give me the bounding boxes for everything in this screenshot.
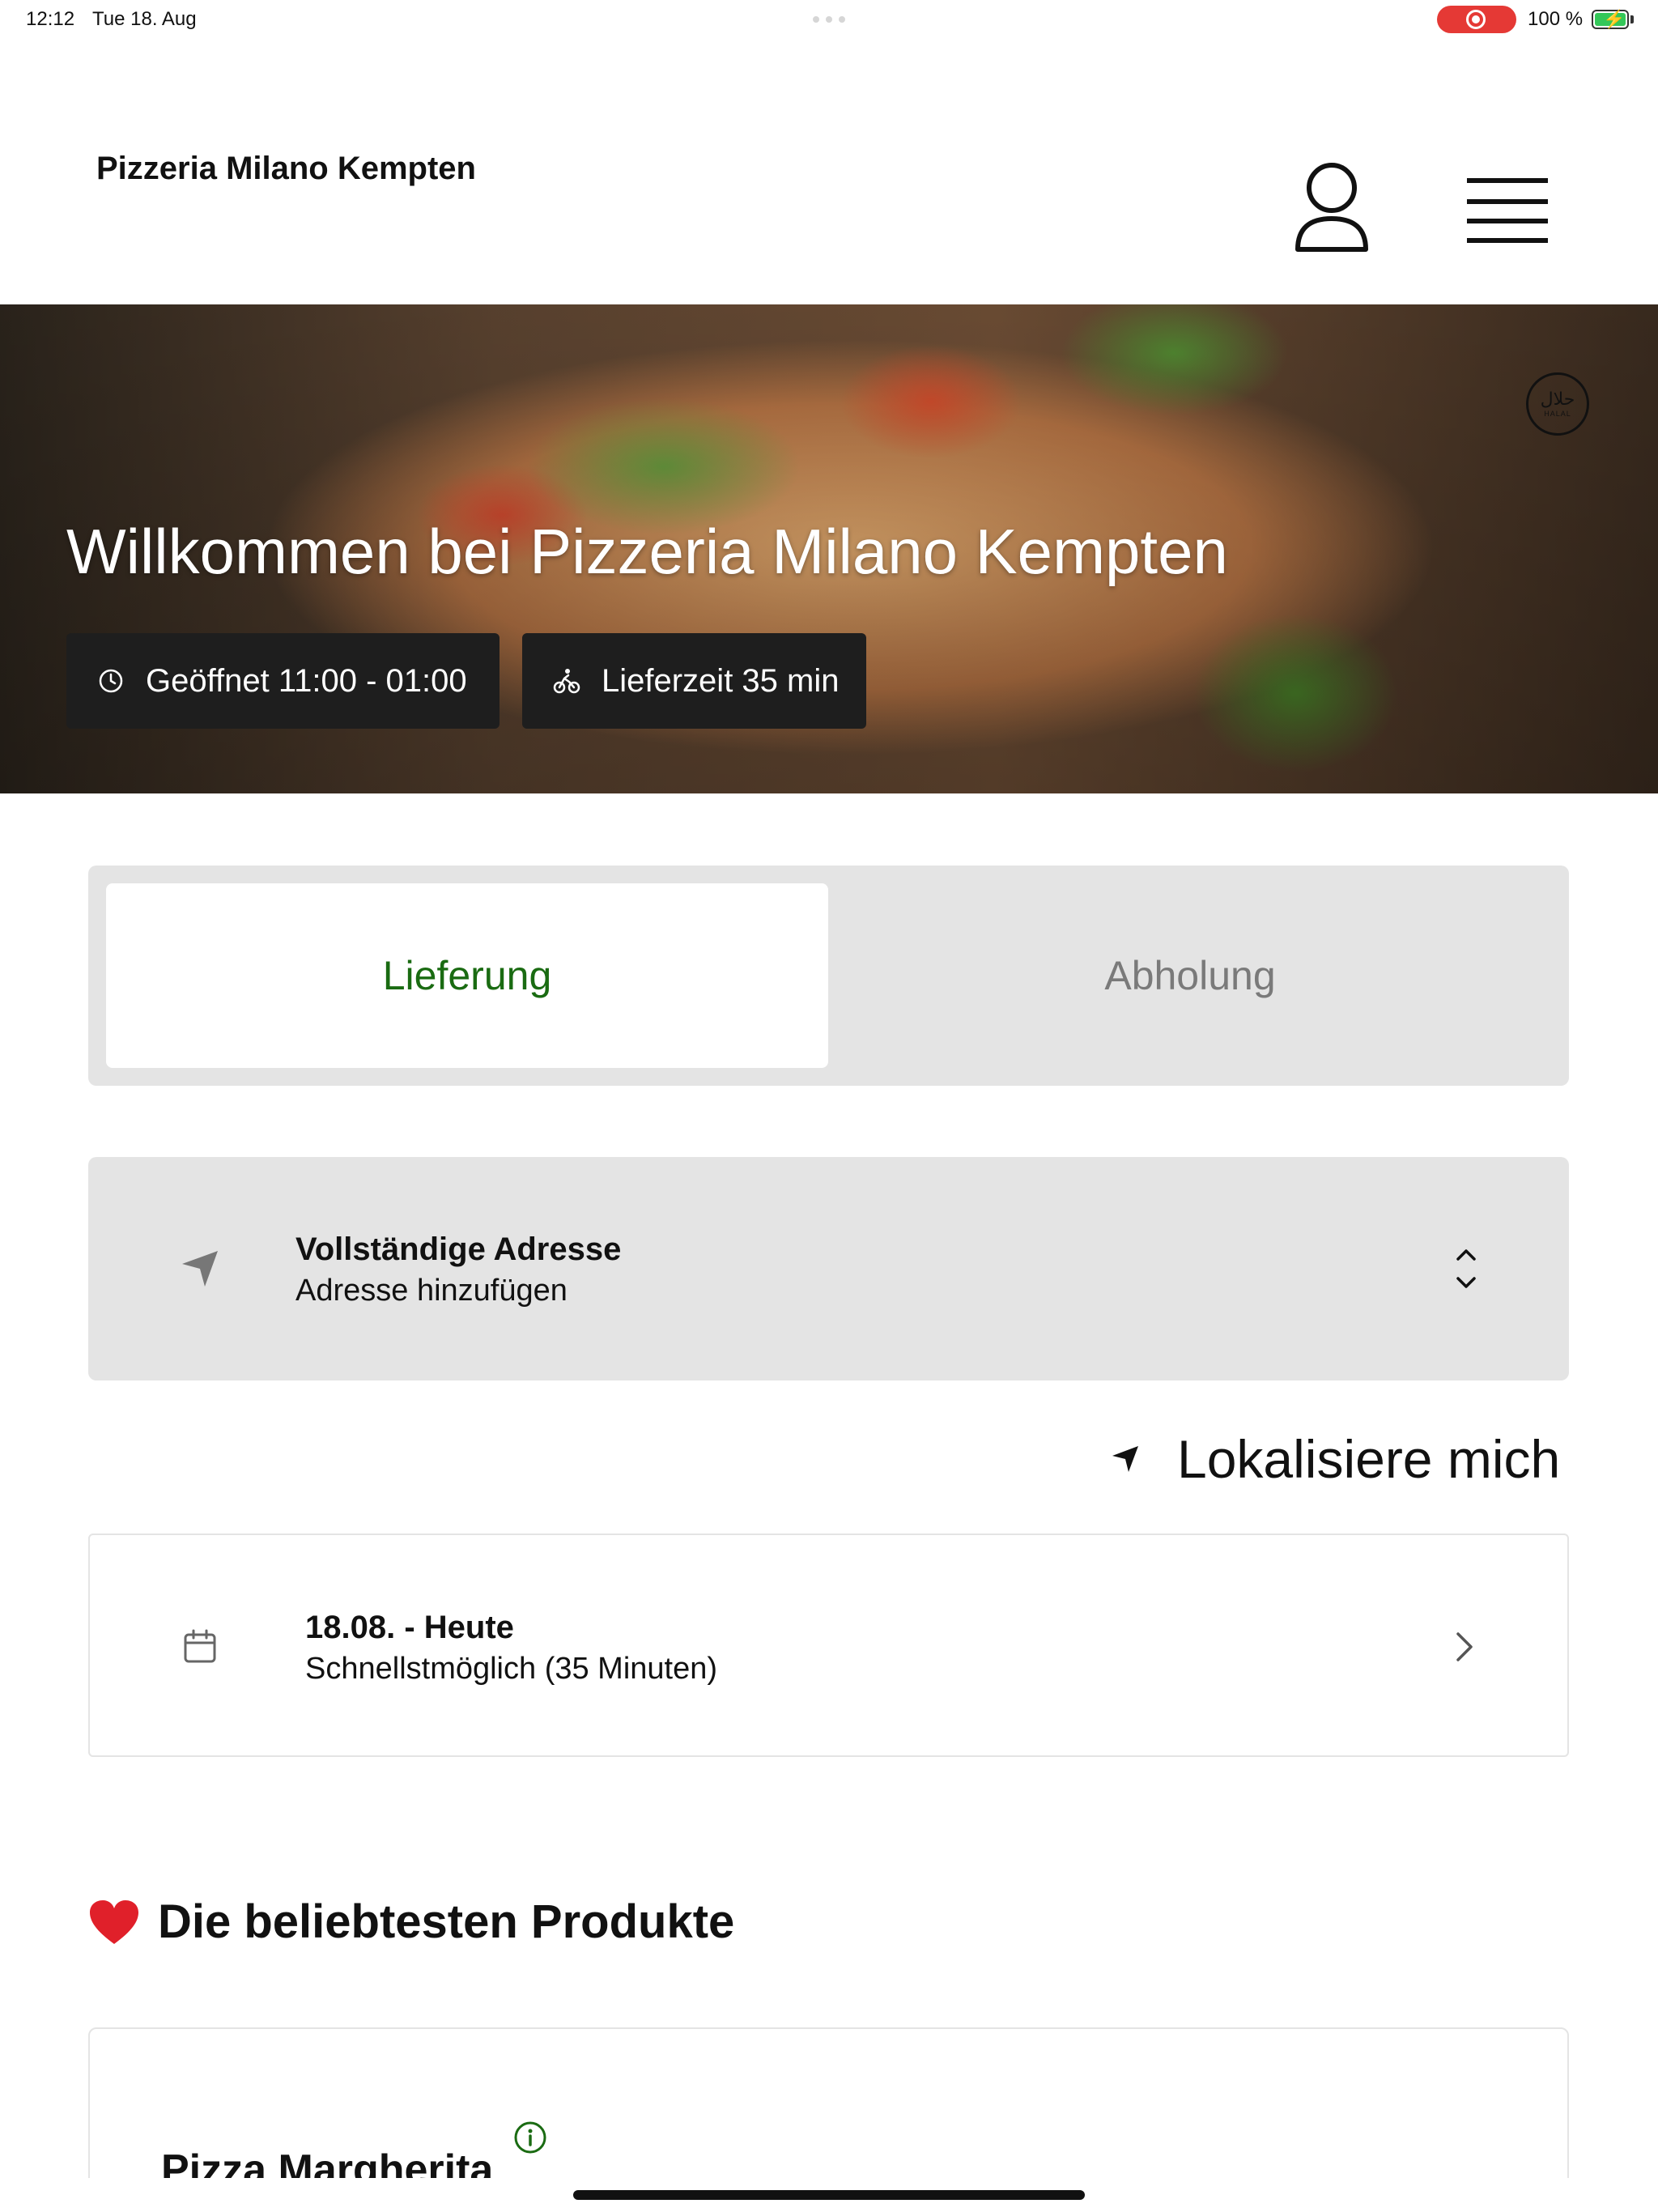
chevron-right-icon — [1456, 1632, 1473, 1661]
status-bar: 12:12 Tue 18. Aug 100 % ⚡ — [0, 0, 1658, 39]
bike-icon — [553, 669, 580, 694]
popular-products-heading: Die beliebtesten Produkte — [88, 1895, 734, 1949]
battery-percentage: 100 % — [1528, 8, 1584, 30]
order-mode-toggle: Lieferung Abholung — [88, 866, 1569, 1086]
status-date: Tue 18. Aug — [92, 8, 197, 30]
hamburger-menu-icon[interactable] — [1465, 175, 1550, 246]
halal-badge-text: HALAL — [1544, 410, 1571, 418]
address-label: Vollständige Adresse — [295, 1231, 622, 1267]
locate-me-label: Lokalisiere mich — [1177, 1429, 1561, 1489]
battery-icon: ⚡ — [1592, 9, 1629, 29]
multitasking-dots-icon[interactable] — [813, 16, 845, 23]
delivery-time-badge: Lieferzeit 35 min — [522, 633, 866, 729]
hero-title: Willkommen bei Pizzeria Milano Kempten — [66, 516, 1228, 587]
hero-banner: حلال HALAL Willkommen bei Pizzeria Milan… — [0, 304, 1658, 793]
clock-icon — [99, 669, 123, 693]
tab-delivery[interactable]: Lieferung — [106, 883, 828, 1068]
chevron-up-down-icon — [1456, 1249, 1476, 1288]
locate-me-button[interactable]: Lokalisiere mich — [1109, 1425, 1560, 1493]
tab-pickup[interactable]: Abholung — [829, 883, 1551, 1068]
popular-products-title: Die beliebtesten Produkte — [158, 1895, 735, 1948]
record-icon — [1466, 10, 1486, 29]
location-arrow-icon — [1112, 1446, 1138, 1472]
opening-hours-badge: Geöffnet 11:00 - 01:00 — [66, 633, 500, 729]
screen-recording-indicator[interactable] — [1437, 6, 1516, 33]
halal-badge: حلال HALAL — [1526, 372, 1589, 436]
brand-name[interactable]: Pizzeria Milano Kempten — [96, 151, 476, 187]
status-time: 12:12 — [26, 8, 75, 30]
site-header: Pizzeria Milano Kempten — [0, 39, 1658, 304]
battery-cap — [1630, 15, 1634, 23]
halal-badge-arabic: حلال — [1540, 389, 1575, 410]
opening-hours-text: Geöffnet 11:00 - 01:00 — [146, 662, 467, 699]
calendar-icon — [184, 1629, 216, 1663]
schedule-time: Schnellstmöglich (35 Minuten) — [305, 1652, 718, 1686]
heart-icon — [90, 1899, 138, 1944]
schedule-date: 18.08. - Heute — [305, 1610, 514, 1645]
user-icon[interactable] — [1293, 160, 1371, 257]
delivery-time-text: Lieferzeit 35 min — [602, 662, 840, 699]
home-indicator[interactable] — [573, 2190, 1085, 2200]
address-selector[interactable]: Vollständige Adresse Adresse hinzufügen — [88, 1157, 1569, 1380]
address-value: Adresse hinzufügen — [295, 1274, 568, 1308]
location-arrow-icon — [182, 1251, 218, 1287]
delivery-time-selector[interactable]: 18.08. - Heute Schnellstmöglich (35 Minu… — [88, 1534, 1569, 1757]
info-icon[interactable] — [512, 2120, 548, 2155]
